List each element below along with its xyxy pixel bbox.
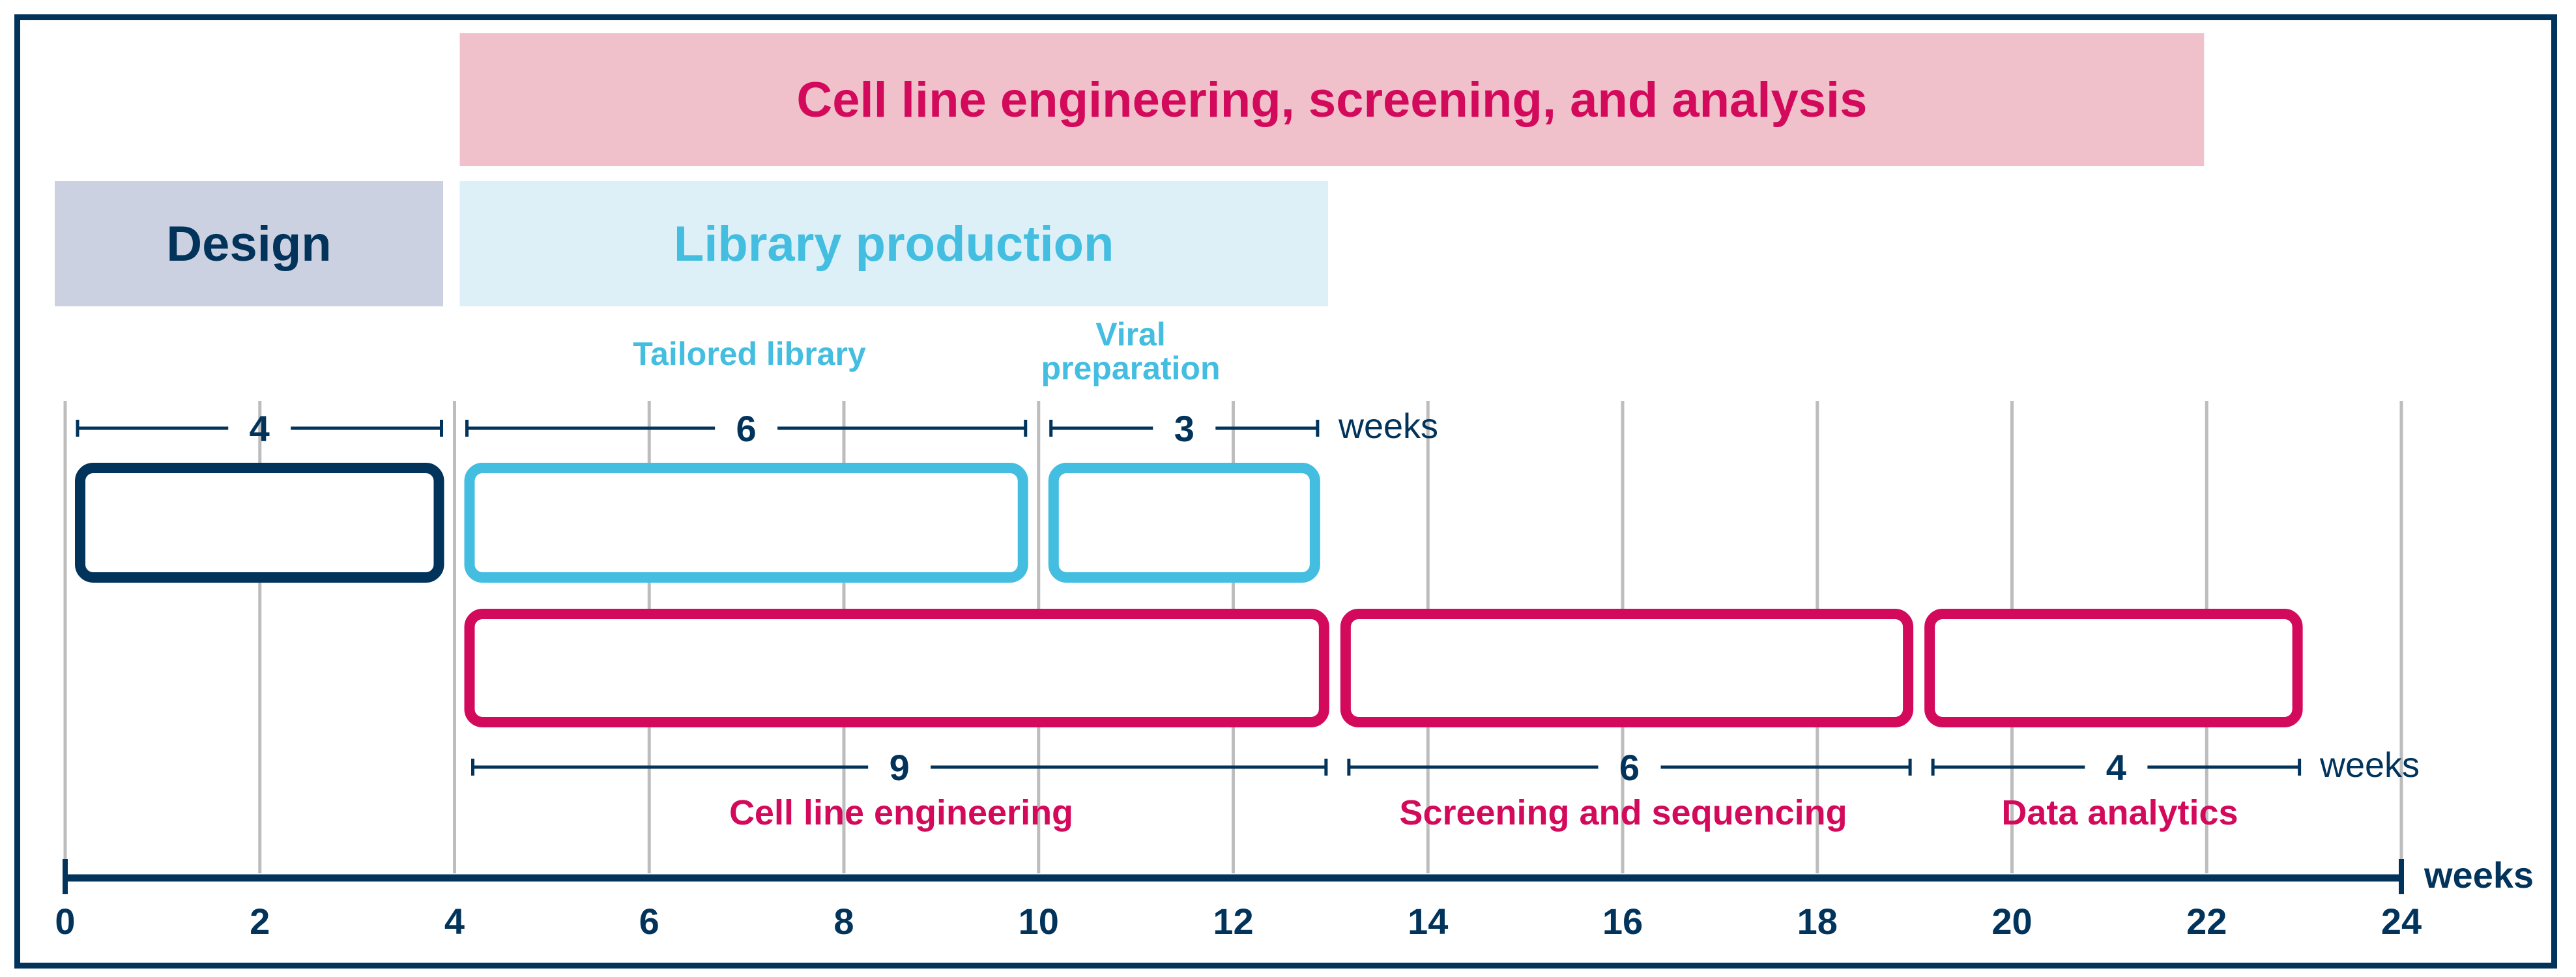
- axis-tick-label: 18: [1797, 901, 1838, 942]
- bottom-row-unit-label: weeks: [2319, 746, 2420, 785]
- cell-line-band-label: Cell line engineering, screening, and an…: [796, 72, 1867, 128]
- screening-sequencing-bracket-duration: 6: [1619, 747, 1640, 788]
- week-axis: 0 2 4 6 8 10 12 14 16 18 20 22 24weeks: [55, 854, 2534, 942]
- axis-tick-label: 0: [55, 901, 75, 942]
- axis-unit-label: weeks: [2424, 854, 2534, 896]
- viral-preparation-bracket-duration: 3: [1174, 408, 1194, 449]
- design-task-box[interactable]: [75, 463, 444, 583]
- axis-tick-label: 12: [1213, 901, 1253, 942]
- axis-tick-label: 6: [639, 901, 659, 942]
- viral-preparation-label: Viral: [1095, 316, 1166, 353]
- screening-sequencing-task-box[interactable]: [1340, 609, 1914, 727]
- bottom-row-tasks: 9 Cell line engineering 6 Screening and seq…: [464, 609, 2420, 832]
- tailored-library-label: Tailored library: [633, 336, 866, 372]
- data-analytics-label: Data analytics: [2001, 793, 2238, 832]
- cell-line-engineering-label: Cell line engineering: [729, 793, 1073, 832]
- data-analytics-task-box[interactable]: [1924, 609, 2303, 727]
- axis-tick-label: 4: [444, 901, 465, 942]
- data-analytics-bracket-duration: 4: [2106, 747, 2126, 788]
- design-band-label: Design: [166, 216, 331, 272]
- axis-tick-label: 8: [833, 901, 854, 942]
- axis-tick-label: 14: [1408, 901, 1448, 942]
- screening-sequencing-label: Screening and sequencing: [1399, 793, 1847, 832]
- design-bracket-duration: 4: [250, 408, 270, 449]
- cell-line-engineering-task-box[interactable]: [464, 609, 1329, 727]
- timeline-diagram: Cell line engineering, screening, and an…: [55, 33, 2534, 942]
- axis-tick-label: 22: [2186, 901, 2227, 942]
- axis-tick-label: 10: [1019, 901, 1059, 942]
- cell-line-engineering-bracket-duration: 9: [890, 747, 910, 788]
- tailored-library-task-box[interactable]: [464, 463, 1028, 583]
- axis-tick-label: 20: [1991, 901, 2032, 942]
- axis-tick-label: 16: [1602, 901, 1643, 942]
- top-row-unit-label: weeks: [1338, 407, 1438, 446]
- library-band-label: Library production: [674, 216, 1114, 272]
- phase-bands: Cell line engineering, screening, and an…: [55, 33, 2205, 306]
- tailored-library-bracket-duration: 6: [736, 408, 757, 449]
- axis-tick-label: 24: [2381, 901, 2422, 942]
- axis-tick-label: 2: [250, 901, 270, 942]
- viral-preparation-task-box[interactable]: [1048, 463, 1320, 583]
- viral-preparation-label: preparation: [1041, 350, 1220, 386]
